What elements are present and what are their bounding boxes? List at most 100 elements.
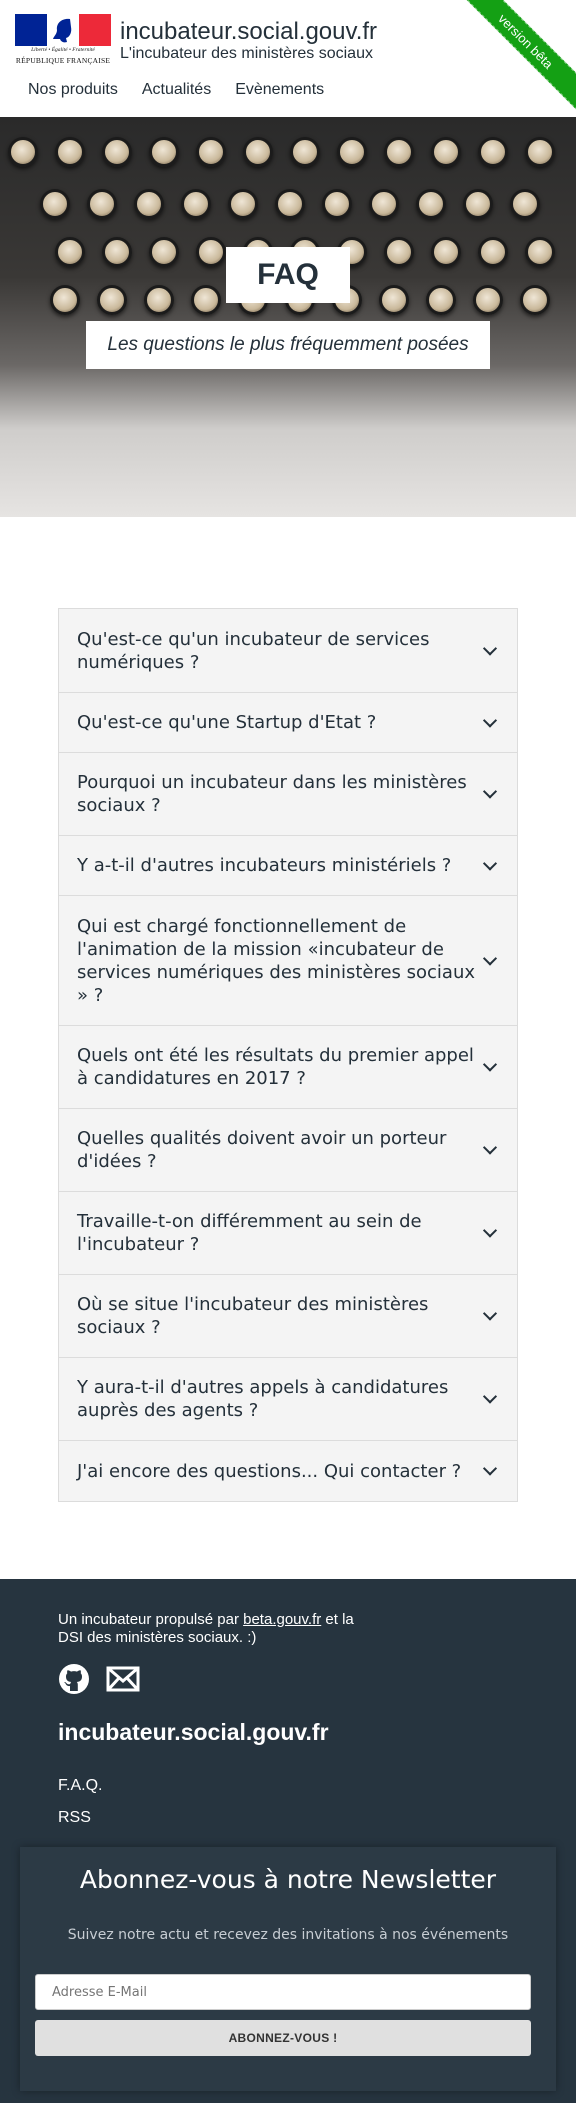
chevron-down-icon (482, 1306, 498, 1321)
faq-item[interactable]: Y aura-t-il d'autres appels à candidatur… (59, 1358, 517, 1441)
chevron-down-icon (482, 950, 498, 966)
beta-gouv-link[interactable]: beta.gouv.fr (243, 1611, 321, 1628)
footer-social (58, 1663, 140, 1695)
beta-ribbon: version bêta (449, 0, 576, 117)
chevron-down-icon (482, 1223, 498, 1238)
faq-question: J'ai encore des questions... Qui contact… (77, 1460, 462, 1482)
newsletter-subtitle: Suivez notre actu et recevez des invitat… (67, 1927, 509, 1943)
faq-question: Où se situe l'incubateur des ministères … (77, 1294, 429, 1338)
newsletter-box: Abonnez-vous à notre Newsletter Suivez n… (20, 1847, 556, 2091)
email-field[interactable] (35, 1974, 531, 2010)
logo-label: RÉPUBLIQUE FRANÇAISE (15, 56, 111, 65)
typewriter-key (102, 237, 132, 267)
chevron-down-icon (482, 784, 498, 799)
typewriter-key (275, 189, 305, 219)
typewriter-key (431, 137, 461, 167)
typewriter-key (196, 237, 226, 267)
newsletter-title: Abonnez-vous à notre Newsletter (79, 1865, 497, 1894)
logo-motto: Liberté • Égalité • Fraternité (31, 47, 95, 53)
site-footer: Un incubateur propulsé par beta.gouv.fr … (0, 1579, 576, 2103)
typewriter-key (478, 137, 508, 167)
faq-question: Quels ont été les résultats du premier a… (77, 1045, 474, 1089)
typewriter-key (520, 285, 550, 315)
typewriter-key (290, 137, 320, 167)
footer-link-faq[interactable]: F.A.Q. (58, 1777, 102, 1795)
footer-credits: Un incubateur propulsé par beta.gouv.fr … (58, 1611, 378, 1647)
faq-item[interactable]: Qu'est-ce qu'un incubateur de services n… (59, 609, 517, 693)
subscribe-button[interactable]: ABONNEZ-VOUS ! (35, 2020, 531, 2056)
typewriter-key (426, 285, 456, 315)
main-nav: Nos produits Actualités Evènements (28, 81, 324, 99)
typewriter-key (97, 285, 127, 315)
typewriter-key (8, 137, 38, 167)
chevron-down-icon (482, 855, 498, 871)
typewriter-key (55, 137, 85, 167)
nav-item-actualites[interactable]: Actualités (142, 81, 211, 99)
typewriter-key (369, 189, 399, 219)
faq-question: Y a-t-il d'autres incubateurs ministérie… (77, 855, 452, 876)
typewriter-key (379, 285, 409, 315)
typewriter-key (510, 189, 540, 219)
site-title[interactable]: incubateur.social.gouv.fr (120, 18, 377, 46)
github-icon[interactable] (58, 1663, 90, 1695)
typewriter-key (416, 189, 446, 219)
marianne-profile-icon (53, 18, 72, 43)
faq-item[interactable]: J'ai encore des questions... Qui contact… (59, 1441, 517, 1501)
typewriter-key (228, 189, 258, 219)
typewriter-key (55, 237, 85, 267)
typewriter-key (181, 189, 211, 219)
faq-question: Quelles qualités doivent avoir un porteu… (77, 1128, 447, 1172)
site-header: Liberté • Égalité • Fraternité RÉPUBLIQU… (0, 0, 576, 117)
typewriter-key (149, 137, 179, 167)
flag-icon (15, 14, 111, 46)
typewriter-key (191, 285, 221, 315)
typewriter-key (337, 137, 367, 167)
typewriter-key (102, 137, 132, 167)
typewriter-key (463, 189, 493, 219)
faq-item[interactable]: Y a-t-il d'autres incubateurs ministérie… (59, 836, 517, 896)
typewriter-key (134, 189, 164, 219)
typewriter-key (322, 189, 352, 219)
faq-item[interactable]: Où se situe l'incubateur des ministères … (59, 1275, 517, 1358)
nav-item-produits[interactable]: Nos produits (28, 81, 118, 99)
footer-link-rss[interactable]: RSS (58, 1809, 91, 1827)
chevron-down-icon (482, 1461, 498, 1476)
nav-item-evenements[interactable]: Evènements (235, 81, 324, 99)
hero-banner: FAQ Les questions le plus fréquemment po… (0, 117, 576, 517)
page-subtitle: Les questions le plus fréquemment posées (86, 321, 490, 369)
footer-text-before: Un incubateur propulsé par (58, 1611, 244, 1628)
typewriter-key (243, 137, 273, 167)
faq-question: Pourquoi un incubateur dans les ministèr… (77, 772, 467, 816)
chevron-down-icon (482, 712, 498, 728)
page-title: FAQ (226, 247, 350, 303)
faq-item[interactable]: Travaille-t-on différemment au sein de l… (59, 1192, 517, 1275)
faq-question: Qu'est-ce qu'une Startup d'Etat ? (77, 712, 377, 733)
faq-item[interactable]: Pourquoi un incubateur dans les ministèr… (59, 753, 517, 836)
typewriter-key (384, 137, 414, 167)
marianne-logo[interactable]: Liberté • Égalité • Fraternité RÉPUBLIQU… (15, 14, 111, 68)
faq-question: Y aura-t-il d'autres appels à candidatur… (77, 1377, 449, 1421)
typewriter-key (149, 237, 179, 267)
faq-item[interactable]: Qui est chargé fonctionnellement de l'an… (59, 896, 517, 1026)
faq-question: Qu'est-ce qu'un incubateur de services n… (77, 628, 430, 673)
faq-item[interactable]: Qu'est-ce qu'une Startup d'Etat ? (59, 693, 517, 753)
faq-item[interactable]: Quels ont été les résultats du premier a… (59, 1026, 517, 1109)
faq-question: Travaille-t-on différemment au sein de l… (77, 1211, 422, 1255)
typewriter-key (473, 285, 503, 315)
mail-icon[interactable] (106, 1663, 140, 1695)
typewriter-key (144, 285, 174, 315)
typewriter-key (525, 137, 555, 167)
chevron-down-icon (482, 1389, 498, 1404)
typewriter-key (87, 189, 117, 219)
chevron-down-icon (482, 640, 498, 656)
typewriter-key (50, 285, 80, 315)
typewriter-key (384, 237, 414, 267)
chevron-down-icon (482, 1057, 498, 1072)
typewriter-key (196, 137, 226, 167)
faq-item[interactable]: Quelles qualités doivent avoir un porteu… (59, 1109, 517, 1192)
chevron-down-icon (482, 1140, 498, 1155)
footer-site-title[interactable]: incubateur.social.gouv.fr (58, 1719, 329, 1746)
typewriter-key (40, 189, 70, 219)
faq-accordion: Qu'est-ce qu'un incubateur de services n… (58, 608, 518, 1502)
site-subtitle: L'incubateur des ministères sociaux (120, 45, 373, 62)
